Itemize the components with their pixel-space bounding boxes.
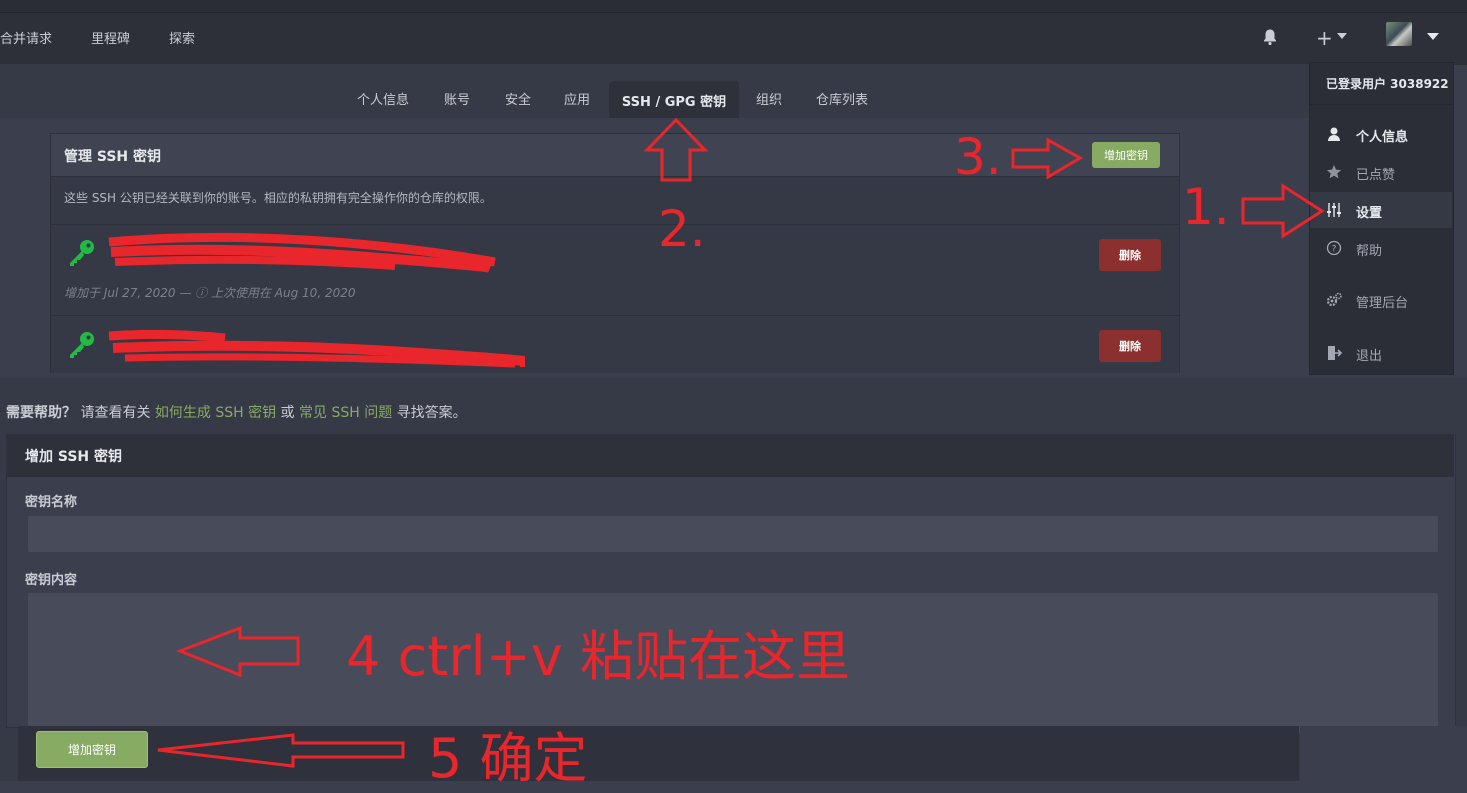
tab-applications[interactable]: 应用	[564, 89, 590, 108]
tab-ssh-gpg-keys-label: SSH / GPG 密钥	[621, 95, 727, 110]
divider	[0, 373, 1309, 378]
add-ssh-key-header	[7, 435, 1454, 477]
window-top-edge	[0, 0, 1467, 12]
manage-ssh-keys-description: 这些 SSH 公钥已经关联到你的账号。相应的私钥拥有完全操作你的仓库的权限。	[64, 191, 492, 205]
notification-bell-icon[interactable]	[1262, 28, 1278, 46]
star-icon	[1326, 165, 1342, 179]
dropdown-item-starred[interactable]: 已点赞	[1310, 154, 1452, 190]
submit-add-key-button[interactable]: 增加密钥	[36, 731, 148, 768]
tab-profile[interactable]: 个人信息	[357, 89, 409, 108]
annotation-step-4: 4 ctrl+v 粘贴在这里	[346, 625, 850, 688]
nav-link-milestones[interactable]: 里程碑	[91, 28, 130, 47]
avatar[interactable]	[1386, 22, 1412, 46]
key-name-input[interactable]	[28, 516, 1438, 552]
form-footer	[18, 726, 1299, 781]
dropdown-item-settings[interactable]: 设置	[1310, 192, 1452, 228]
key-name-label: 密钥名称	[25, 495, 78, 510]
help-text: 或	[276, 405, 300, 421]
tab-repositories[interactable]: 仓库列表	[816, 89, 868, 108]
dropdown-signed-in-header: 已登录用户 3038922	[1326, 77, 1449, 91]
delete-key-button[interactable]: 删除	[1099, 239, 1161, 271]
dropdown-item-label: 退出	[1356, 349, 1383, 364]
add-key-button[interactable]: 增加密钥	[1092, 142, 1160, 168]
help-icon: ?	[1326, 240, 1342, 256]
key-meta-text: 增加于 Jul 27, 2020 — ⓘ 上次使用在 Aug 10, 2020	[64, 286, 356, 300]
tab-account[interactable]: 账号	[444, 89, 470, 108]
dropdown-item-label: 个人信息	[1356, 130, 1409, 145]
dropdown-item-label: 已点赞	[1356, 168, 1396, 183]
tab-organizations[interactable]: 组织	[756, 89, 782, 108]
create-new-plus-icon[interactable]: +	[1316, 26, 1333, 50]
manage-ssh-keys-title: 管理 SSH 密钥	[64, 149, 162, 165]
nav-link-pull-requests[interactable]: 合并请求	[0, 28, 52, 47]
key-icon	[70, 332, 94, 358]
dropdown-item-profile[interactable]: 个人信息	[1310, 116, 1452, 152]
help-text: 寻找答案。	[392, 405, 467, 421]
manage-ssh-keys-header	[51, 134, 1179, 177]
chevron-down-icon[interactable]	[1427, 33, 1439, 40]
annotation-step-2: 2.	[658, 200, 706, 258]
dropdown-item-help[interactable]: ? 帮助	[1310, 230, 1452, 266]
dropdown-item-label: 设置	[1356, 206, 1383, 221]
dropdown-item-sign-out[interactable]: 退出	[1310, 335, 1452, 371]
dropdown-item-site-admin[interactable]: 管理后台	[1310, 282, 1452, 318]
tab-security[interactable]: 安全	[505, 89, 531, 108]
top-navbar	[0, 12, 1467, 65]
ssh-help-line: 需要帮助？ 请查看有关 如何生成 SSH 密钥 或 常见 SSH 问题 寻找答案…	[6, 402, 467, 422]
key-icon	[70, 240, 94, 266]
user-icon	[1328, 127, 1340, 141]
help-prefix: 需要帮助？	[6, 405, 76, 421]
help-link-generate-ssh-key[interactable]: 如何生成 SSH 密钥	[155, 405, 276, 421]
add-ssh-key-title: 增加 SSH 密钥	[25, 449, 123, 465]
sign-out-icon	[1328, 346, 1342, 360]
page-background	[1300, 726, 1467, 781]
gears-icon	[1326, 292, 1342, 307]
dropdown-item-label: 管理后台	[1356, 296, 1409, 311]
annotation-step-5: 5 确定	[428, 727, 588, 790]
tab-ssh-gpg-keys[interactable]: SSH / GPG 密钥	[609, 81, 739, 118]
svg-text:?: ?	[1332, 245, 1337, 255]
dropdown-item-label: 帮助	[1356, 244, 1383, 259]
help-link-common-ssh-problems[interactable]: 常见 SSH 问题	[299, 405, 392, 421]
help-text: 请查看有关	[76, 405, 155, 421]
divider	[51, 224, 1179, 225]
sliders-icon	[1327, 203, 1341, 217]
annotation-step-3: 3.	[954, 128, 1002, 186]
divider	[1310, 104, 1452, 105]
chevron-down-icon[interactable]	[1337, 33, 1347, 39]
delete-key-button[interactable]: 删除	[1099, 330, 1161, 362]
nav-link-explore[interactable]: 探索	[169, 28, 195, 47]
divider	[51, 315, 1179, 316]
key-content-label: 密钥内容	[25, 573, 78, 588]
annotation-step-1: 1.	[1182, 178, 1230, 236]
